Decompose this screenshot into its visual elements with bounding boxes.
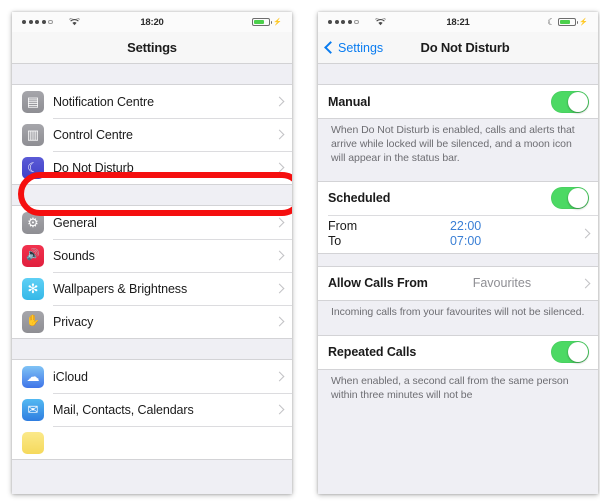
notification-centre-icon: ▤ (22, 90, 44, 113)
repeated-calls-toggle[interactable] (551, 341, 589, 364)
battery-icon (252, 17, 273, 27)
allow-calls-value: Favourites (472, 276, 532, 291)
manual-row[interactable]: Manual (318, 85, 598, 118)
page-title: Do Not Disturb (420, 40, 510, 55)
notes-icon (22, 431, 44, 454)
back-button-label: Settings (338, 40, 384, 55)
row-label: Do Not Disturb (53, 160, 134, 175)
row-label: Sounds (53, 248, 95, 263)
toggle-knob (568, 188, 588, 209)
chevron-right-icon (274, 283, 285, 294)
status-bar-time: 18:21 (446, 16, 470, 28)
manual-toggle[interactable] (551, 90, 589, 113)
row-label: Control Centre (53, 127, 133, 142)
page-title: Settings (127, 40, 177, 55)
row-label: iCloud (53, 369, 88, 384)
chevron-left-icon (324, 41, 337, 54)
list-spacer (318, 326, 598, 335)
repeated-calls-label: Repeated Calls (328, 345, 417, 360)
general-gear-icon: ⚙ (22, 211, 44, 234)
chevron-right-icon (274, 250, 285, 261)
scheduled-group: Scheduled From To 22:00 07:00 (318, 180, 598, 254)
left-phone-frame: 18:20 ⚡ Settings ▤ Notification Centre ▥… (12, 12, 292, 494)
privacy-hand-icon: ✋ (22, 310, 44, 333)
sidebar-item-sounds[interactable]: 🔊 Sounds (12, 239, 292, 272)
toggle-knob (568, 91, 588, 112)
row-label: Mail, Contacts, Calendars (53, 402, 194, 417)
left-status-bar: 18:20 ⚡ (12, 12, 292, 32)
icloud-icon: ☁ (22, 365, 44, 388)
battery-icon (558, 17, 579, 27)
sidebar-item-do-not-disturb[interactable]: ☾ Do Not Disturb (12, 151, 292, 184)
status-bar-time: 18:20 (140, 16, 164, 28)
settings-group-1: ▤ Notification Centre ▥ Control Centre ☾… (12, 84, 292, 185)
settings-list[interactable]: ▤ Notification Centre ▥ Control Centre ☾… (12, 64, 292, 494)
settings-group-3: ☁ iCloud ✉ Mail, Contacts, Calendars (12, 359, 292, 460)
sidebar-item-mail-contacts-calendars[interactable]: ✉ Mail, Contacts, Calendars (12, 393, 292, 426)
scheduled-toggle[interactable] (551, 187, 589, 210)
left-nav-bar: Settings (12, 32, 292, 64)
list-spacer (318, 172, 598, 181)
from-label: From (328, 218, 358, 233)
row-label: Privacy (53, 314, 94, 329)
control-centre-icon: ▥ (22, 123, 44, 146)
chevron-right-icon (274, 217, 285, 228)
list-spacer (12, 64, 292, 84)
manual-footnote: When Do Not Disturb is enabled, calls an… (318, 119, 598, 173)
toggle-knob (568, 342, 588, 363)
screenshot-stage: 18:20 ⚡ Settings ▤ Notification Centre ▥… (0, 0, 600, 504)
manual-label: Manual (328, 94, 371, 109)
sounds-speaker-icon: 🔊 (22, 244, 44, 267)
back-button[interactable]: Settings (324, 40, 384, 55)
settings-group-2: ⚙ General 🔊 Sounds ✻ Wallpapers & Bright… (12, 205, 292, 339)
repeated-calls-row[interactable]: Repeated Calls (318, 335, 598, 369)
row-label: Wallpapers & Brightness (53, 281, 188, 296)
row-label: General (53, 215, 97, 230)
chevron-right-icon (274, 129, 285, 140)
sidebar-item-control-centre[interactable]: ▥ Control Centre (12, 118, 292, 151)
list-spacer (318, 253, 598, 266)
to-label: To (328, 233, 342, 248)
schedule-labels: From To (328, 219, 357, 248)
from-value: 22:00 (449, 218, 482, 233)
allow-calls-label: Allow Calls From (328, 276, 428, 291)
sidebar-item-partial-cutoff[interactable] (12, 426, 292, 459)
chevron-right-icon (274, 162, 285, 173)
sidebar-item-general[interactable]: ⚙ General (12, 206, 292, 239)
right-phone-frame: 18:21 ☾ ⚡ Settings Do Not Disturb Manual… (318, 12, 598, 494)
chevron-right-icon (274, 404, 285, 415)
scheduled-label: Scheduled (328, 191, 391, 206)
chevron-right-icon (580, 278, 591, 289)
chevron-right-icon (274, 96, 285, 107)
row-label: Notification Centre (53, 94, 154, 109)
mail-icon: ✉ (22, 398, 44, 421)
right-phone-screen: 18:21 ☾ ⚡ Settings Do Not Disturb Manual… (318, 12, 598, 494)
list-spacer (12, 185, 292, 205)
list-spacer (318, 64, 598, 84)
do-not-disturb-icon: ☾ (22, 156, 44, 179)
dnd-settings-list[interactable]: Manual When Do Not Disturb is enabled, c… (318, 64, 598, 494)
schedule-values: 22:00 07:00 (450, 219, 481, 248)
scheduled-row[interactable]: Scheduled (318, 181, 598, 215)
schedule-time-row[interactable]: From To 22:00 07:00 (318, 214, 598, 253)
wallpapers-brightness-icon: ✻ (22, 277, 44, 300)
chevron-right-icon (274, 316, 285, 327)
repeated-calls-footnote: When enabled, a second call from the sam… (318, 369, 598, 410)
repeated-calls-group: Repeated Calls (318, 334, 598, 370)
allow-calls-group: Allow Calls From Favourites (318, 265, 598, 301)
allow-calls-footnote: Incoming calls from your favourites will… (318, 300, 598, 327)
manual-group: Manual (318, 84, 598, 119)
allow-calls-from-row[interactable]: Allow Calls From Favourites (318, 266, 598, 300)
chevron-right-icon (274, 371, 285, 382)
right-status-bar: 18:21 ☾ ⚡ (318, 12, 598, 32)
sidebar-item-privacy[interactable]: ✋ Privacy (12, 305, 292, 338)
to-value: 07:00 (449, 233, 482, 248)
sidebar-item-icloud[interactable]: ☁ iCloud (12, 360, 292, 393)
sidebar-item-notification-centre[interactable]: ▤ Notification Centre (12, 85, 292, 118)
right-nav-bar: Settings Do Not Disturb (318, 32, 598, 64)
chevron-right-icon (580, 228, 591, 239)
left-phone-screen: 18:20 ⚡ Settings ▤ Notification Centre ▥… (12, 12, 292, 494)
list-spacer (12, 339, 292, 359)
sidebar-item-wallpapers-brightness[interactable]: ✻ Wallpapers & Brightness (12, 272, 292, 305)
